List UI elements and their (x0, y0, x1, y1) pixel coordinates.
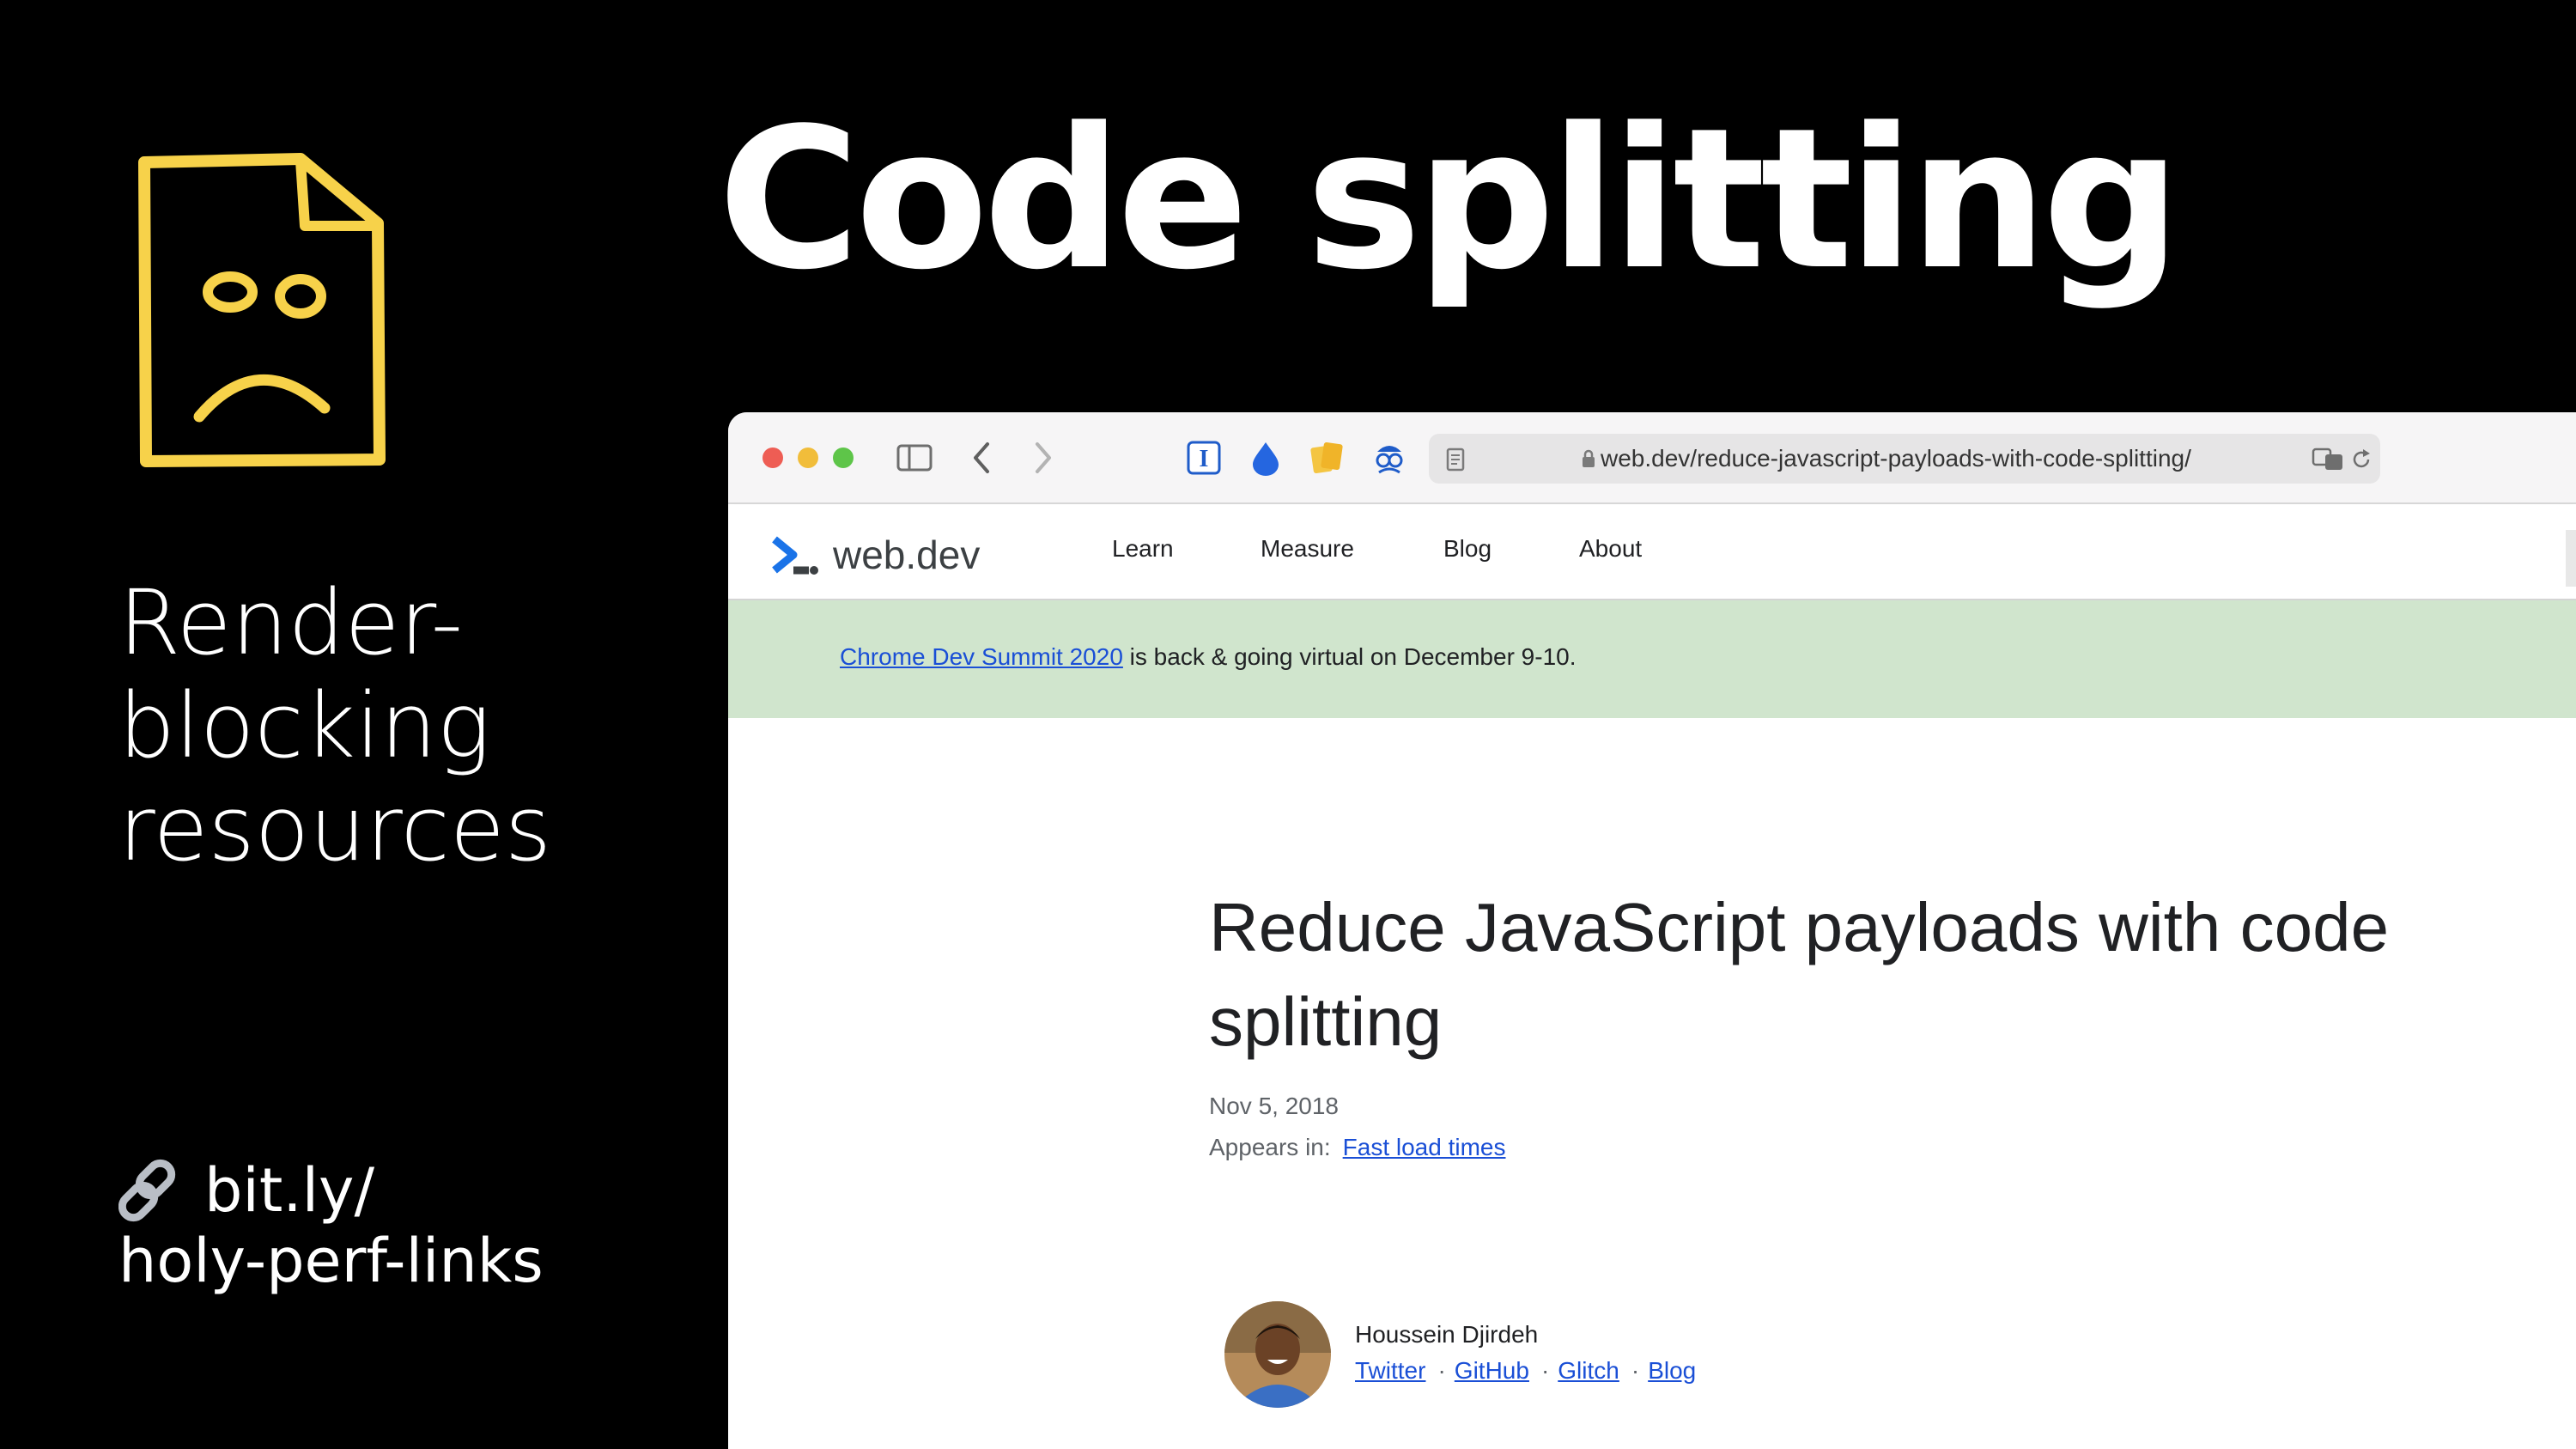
sidebar-toggle-icon[interactable] (896, 444, 933, 472)
sad-document-icon (138, 153, 386, 467)
author-link-blog[interactable]: Blog (1648, 1357, 1696, 1384)
appears-link[interactable]: Fast load times (1343, 1134, 1506, 1160)
slide-title: Code splitting (718, 87, 2181, 313)
back-icon[interactable] (972, 441, 991, 474)
side-text: Render- blocking resources (118, 571, 634, 880)
close-window-button[interactable] (762, 447, 783, 468)
author-link-glitch[interactable]: Glitch (1558, 1357, 1619, 1384)
appears-in: Appears in: Fast load times (1209, 1134, 1506, 1161)
banner-message: Chrome Dev Summit 2020 is back & going v… (840, 643, 1577, 671)
author-avatar (1224, 1301, 1331, 1408)
reload-icon[interactable] (2349, 447, 2373, 472)
browser-window: I web.dev/reduce-javascript-payloads-wit… (728, 412, 2576, 1449)
banner-text: is back & going virtual on December 9-10… (1122, 643, 1577, 670)
instapaper-icon[interactable]: I (1187, 441, 1221, 475)
nav-blog[interactable]: Blog (1443, 535, 1492, 563)
article-date: Nov 5, 2018 (1209, 1093, 1339, 1119)
notes-icon[interactable] (1309, 440, 1345, 476)
article-title: Reduce JavaScript payloads with code spl… (1209, 889, 2390, 1060)
short-link-line1: bit.ly/ (204, 1155, 375, 1226)
url-text: web.dev/reduce-javascript-payloads-with-… (1601, 445, 2191, 472)
side-line: Render- (118, 570, 464, 675)
author-photo (1224, 1301, 1331, 1408)
drop-icon[interactable] (1249, 440, 1282, 476)
side-line: resources (118, 776, 552, 881)
reader-icon[interactable] (1446, 447, 1465, 472)
site-header: web.dev Learn Measure Blog About (728, 504, 2576, 600)
appears-label: Appears in: (1209, 1134, 1331, 1160)
header-edge-control[interactable] (2566, 530, 2576, 587)
nav-learn[interactable]: Learn (1112, 535, 1174, 563)
author-link-twitter[interactable]: Twitter (1355, 1357, 1425, 1384)
link-separator: · (1437, 1357, 1446, 1384)
link-icon (118, 1159, 176, 1222)
browser-toolbar: I web.dev/reduce-javascript-payloads-wit… (728, 412, 2576, 504)
forward-icon[interactable] (1034, 441, 1053, 474)
author-name: Houssein Djirdeh (1355, 1321, 1539, 1348)
announcement-banner: Chrome Dev Summit 2020 is back & going v… (728, 600, 2576, 718)
link-separator: · (1631, 1357, 1640, 1384)
link-separator: · (1540, 1357, 1550, 1384)
banner-link[interactable]: Chrome Dev Summit 2020 (840, 643, 1123, 670)
author-link-github[interactable]: GitHub (1455, 1357, 1529, 1384)
webdev-logo-icon (772, 536, 818, 575)
minimize-window-button[interactable] (798, 447, 818, 468)
side-line: blocking (118, 673, 491, 778)
zoom-window-button[interactable] (833, 447, 854, 468)
site-name: web.dev (833, 533, 981, 577)
svg-text:I: I (1200, 446, 1209, 472)
nav-about[interactable]: About (1579, 535, 1642, 563)
privacy-icon[interactable] (1370, 440, 1408, 476)
author-links: Twitter · GitHub · Glitch · Blog (1355, 1357, 1696, 1385)
nav-measure[interactable]: Measure (1261, 535, 1354, 563)
address-bar[interactable]: web.dev/reduce-javascript-payloads-with-… (1429, 434, 2380, 484)
lock-icon (1583, 449, 1595, 467)
short-link[interactable]: bit.ly/ holy-perf-links (118, 1155, 668, 1296)
translate-icon[interactable] (2312, 447, 2344, 472)
site-brand[interactable]: web.dev (769, 532, 980, 578)
short-link-line2: holy-perf-links (118, 1226, 544, 1296)
